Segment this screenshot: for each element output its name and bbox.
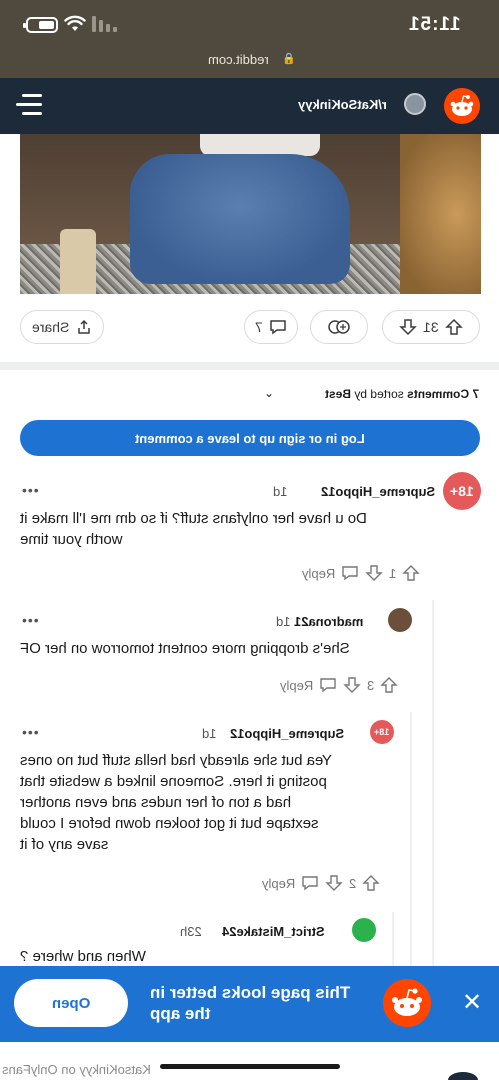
thread-line[interactable] (392, 912, 394, 970)
banner-message: This page looks better in the app (150, 983, 351, 1023)
thread-line[interactable] (432, 600, 434, 970)
comment-actions: Reply 1 (302, 564, 421, 582)
address-bar[interactable]: reddit.com 🔒 (0, 48, 499, 78)
subreddit-name[interactable]: r/KatSoKinkyy (298, 97, 387, 112)
more-options-icon[interactable]: ••• (22, 612, 40, 628)
downvote-icon[interactable] (365, 564, 383, 582)
wifi-icon (64, 15, 86, 31)
reply-icon[interactable] (301, 875, 319, 891)
open-app-button[interactable]: Open (14, 979, 128, 1027)
status-time: 11:51 (408, 14, 461, 35)
downvote-icon[interactable] (399, 318, 418, 336)
post-image[interactable] (20, 134, 481, 294)
reddit-logo-icon (383, 979, 431, 1027)
comment-votes: 2 (349, 875, 357, 891)
comment-body: She's dropping more content tomorrow on … (20, 640, 350, 657)
comment-votes: 3 (367, 677, 375, 693)
comment-time: 23h (180, 924, 202, 939)
upvote-icon[interactable] (444, 318, 463, 336)
login-button-label: Log in or sign up to leave a comment (135, 430, 365, 446)
close-icon[interactable]: ✕ (452, 982, 492, 1022)
login-to-comment-button[interactable]: Log in or sign up to leave a comment (20, 420, 480, 456)
comments-button[interactable]: 7 (244, 310, 298, 344)
reddit-logo-icon[interactable] (444, 88, 480, 124)
reply-icon[interactable] (341, 565, 359, 581)
comment-author[interactable]: madrona21 (294, 614, 363, 629)
reply-icon[interactable] (319, 677, 337, 693)
comment-author[interactable]: Strict_Mistake24 (222, 924, 325, 939)
upvote-icon[interactable] (380, 676, 399, 694)
comment-votes: 1 (389, 565, 397, 581)
sorted-by-label: sorted by (354, 387, 404, 401)
sort-value[interactable]: Best (325, 387, 351, 401)
comment-body: Do u have her onlyfans stuff? if so dm m… (20, 510, 367, 548)
comment-actions: Reply 2 (262, 874, 381, 892)
reply-button[interactable]: Reply (302, 566, 335, 581)
reddit-header: r/KatSoKinkyy (0, 78, 499, 134)
section-divider (0, 362, 499, 370)
lock-icon: 🔒 (282, 53, 296, 65)
status-bar: 11:51 (0, 0, 499, 48)
reply-button[interactable]: Reply (280, 678, 313, 693)
home-indicator[interactable] (160, 1064, 340, 1069)
awards-button[interactable] (310, 310, 368, 344)
comment-count: 7 (255, 319, 263, 335)
url-text[interactable]: reddit.com (208, 52, 269, 67)
share-label: Share (32, 319, 70, 335)
comment-time: 1d (276, 614, 291, 629)
tab-title: KatsoKinkyy on OnlyFans (2, 1062, 151, 1077)
upvote-icon[interactable] (402, 564, 421, 582)
more-options-icon[interactable]: ••• (22, 482, 40, 498)
award-icon (328, 320, 350, 334)
chevron-down-icon: ⌄ (264, 386, 275, 400)
comments-sort-text[interactable]: 7 Comments sorted by Best (325, 387, 479, 401)
nsfw-avatar-badge[interactable]: 18+ (443, 472, 481, 510)
upvote-icon[interactable] (362, 874, 381, 892)
battery-icon (23, 17, 58, 33)
user-avatar[interactable] (388, 608, 412, 632)
vote-count: 31 (423, 319, 439, 335)
tab-preview[interactable]: KatsoKinkyy on OnlyFans (0, 1058, 499, 1080)
comment-body: Yea but she already had hella stuff but … (20, 752, 332, 853)
cellular-signal-icon (92, 16, 117, 32)
comment-author[interactable]: Supreme_Hippo12 (230, 726, 344, 741)
comment-icon (270, 320, 286, 335)
share-icon (77, 319, 90, 334)
comments-sort-bar[interactable]: ⌄ 7 Comments sorted by Best (0, 384, 499, 406)
nsfw-avatar-badge[interactable]: 18+ (370, 720, 394, 744)
tab-thumbnail (448, 1072, 478, 1080)
reply-button[interactable]: Reply (262, 876, 295, 891)
comment-time: 1d (202, 726, 217, 741)
thread-line[interactable] (410, 712, 412, 970)
subreddit-avatar[interactable] (404, 93, 426, 115)
downvote-icon[interactable] (325, 874, 343, 892)
hamburger-menu-icon[interactable] (16, 94, 42, 116)
user-avatar[interactable] (352, 918, 376, 942)
more-options-icon[interactable]: ••• (22, 724, 40, 740)
comment-actions: Reply 3 (280, 676, 399, 694)
comment-author[interactable]: Supreme_Hippo12 (321, 484, 435, 499)
vote-control: 31 (382, 310, 480, 344)
comment-time: 1d (273, 484, 288, 499)
comment-count-label: 7 Comments (406, 387, 479, 401)
share-button[interactable]: Share (20, 310, 104, 344)
open-in-app-banner: Open This page looks better in the app ✕ (0, 966, 499, 1042)
comment-body: When and where ? (20, 948, 146, 965)
downvote-icon[interactable] (343, 676, 361, 694)
